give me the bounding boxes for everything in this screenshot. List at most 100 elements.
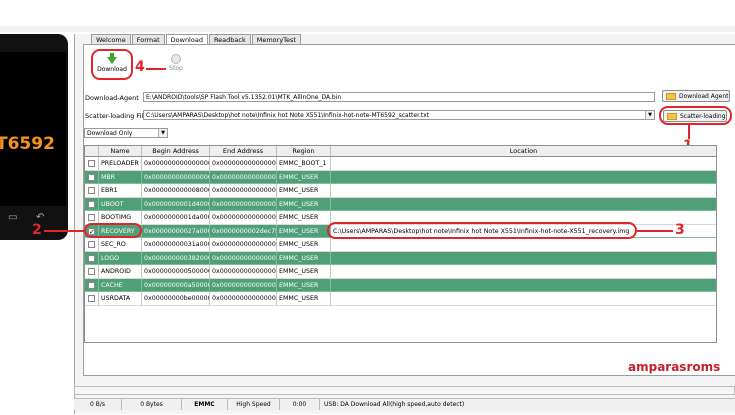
header-begin-address[interactable]: Begin Address	[142, 146, 210, 156]
cell-location	[331, 171, 716, 184]
cell-begin-address: 0x0000000000080000	[142, 184, 210, 198]
chevron-down-icon[interactable]: ▼	[158, 129, 167, 137]
status-storage: EMMC	[182, 399, 228, 410]
status-speed: 0 B/s	[74, 399, 122, 410]
stop-icon	[171, 54, 181, 64]
row-checkbox[interactable]	[88, 173, 95, 181]
cell-name: CACHE	[99, 278, 142, 292]
cell-name: MBR	[99, 170, 142, 184]
cell-region: EMMC_USER	[277, 238, 331, 252]
cell-location	[331, 157, 716, 171]
row-checkbox[interactable]	[88, 295, 95, 302]
cell-location	[331, 238, 716, 252]
cell-location	[331, 252, 716, 265]
cell-begin-address: 0x0000000005000000	[142, 265, 210, 279]
cell-begin-address: 0x0000000000000000	[142, 157, 210, 171]
annotation-number-3: 3	[675, 222, 685, 238]
annotation-oval-location	[327, 222, 637, 239]
folder-icon	[666, 93, 676, 100]
cell-region: EMMC_USER	[277, 292, 331, 306]
table-row[interactable]: USRDATA 0x00000000be000000 0x0000000000000…	[85, 292, 716, 306]
cell-region: EMMC_USER	[277, 170, 331, 184]
cell-begin-address: 0x00000000027a0000	[142, 224, 210, 238]
cell-region: EMMC_USER	[277, 211, 331, 225]
stop-button[interactable]: Stop	[166, 54, 186, 72]
cell-end-address: 0x0000000000000000	[210, 278, 277, 292]
row-checkbox[interactable]	[88, 214, 95, 221]
annotation-oval-recovery	[84, 223, 142, 238]
cell-region: EMMC_USER	[277, 197, 331, 211]
cell-name: EBR1	[99, 184, 142, 198]
table-row[interactable]: SEC_RO 0x00000000031a0000 0x00000000000000…	[85, 238, 716, 252]
cell-location	[331, 184, 716, 198]
top-blank-area	[0, 0, 735, 26]
cell-region: EMMC_BOOT_1	[277, 157, 331, 171]
table-row[interactable]: PRELOADER 0x0000000000000000 0x00000000000…	[85, 157, 716, 171]
cell-end-address: 0x0000000000000000	[210, 184, 277, 198]
annotation-line-3	[637, 230, 673, 232]
cell-begin-address: 0x0000000001d40000	[142, 197, 210, 211]
annotation-number-4: 4	[135, 59, 145, 75]
top-gray-strip	[0, 26, 735, 32]
download-agent-label: Download-Agent	[85, 94, 139, 102]
cell-end-address: 0x0000000000000000	[210, 197, 277, 211]
cell-location	[331, 265, 716, 279]
cell-end-address: 0x0000000000000000	[210, 251, 277, 265]
cell-name: UBOOT	[99, 197, 142, 211]
status-time: 0:00	[280, 399, 320, 410]
annotation-oval-download	[91, 49, 133, 80]
row-checkbox[interactable]	[88, 281, 95, 289]
table-row[interactable]: MBR 0x0000000000000000 0x0000000000000000 E…	[85, 170, 716, 184]
table-row[interactable]: ANDROID 0x0000000005000000 0x0000000000000…	[85, 265, 716, 279]
cell-name: USRDATA	[99, 292, 142, 306]
row-checkbox[interactable]	[88, 187, 95, 194]
phone-screen	[0, 52, 66, 206]
table-header: Name Begin Address End Address Region Lo…	[85, 146, 716, 157]
cell-begin-address: 0x000000000a5000000	[142, 278, 210, 292]
cell-region: EMMC_USER	[277, 265, 331, 279]
status-message: USB: DA Download All(high speed,auto det…	[324, 401, 465, 408]
cell-location	[331, 292, 716, 306]
header-region[interactable]: Region	[277, 146, 331, 156]
cell-end-address: 0x0000000000000000	[210, 292, 277, 306]
row-checkbox[interactable]	[88, 160, 95, 167]
watermark-text: amparasroms	[628, 360, 721, 374]
row-checkbox[interactable]	[88, 254, 95, 262]
cell-name: SEC_RO	[99, 238, 142, 252]
row-checkbox[interactable]	[88, 268, 95, 275]
table-row[interactable]: LOGO 0x0000000003820000 0x0000000000000000…	[85, 251, 716, 265]
cell-name: PRELOADER	[99, 157, 142, 171]
cell-region: EMMC_USER	[277, 251, 331, 265]
row-checkbox[interactable]	[88, 200, 95, 208]
download-agent-button[interactable]: Download Agent	[662, 90, 730, 102]
cell-location	[331, 279, 716, 292]
scatter-file-field[interactable]: C:\Users\AMPARAS\Desktop\hot note\Infini…	[143, 110, 655, 120]
cell-begin-address: 0x0000000003820000	[142, 251, 210, 265]
cell-name: LOGO	[99, 251, 142, 265]
header-end-address[interactable]: End Address	[210, 146, 277, 156]
header-name[interactable]: Name	[99, 146, 142, 156]
scatter-file-label: Scatter-loading File	[85, 112, 148, 120]
download-agent-field[interactable]: E:\ANDROID\tools\SP Flash Tool v5.1352.0…	[143, 92, 655, 102]
status-bar: 0 B/s 0 Bytes EMMC High Speed 0:00 USB: …	[74, 398, 735, 410]
stop-button-label: Stop	[169, 65, 183, 72]
cell-begin-address: 0x0000000001da0000	[142, 211, 210, 225]
download-mode-select[interactable]: Download Only ▼	[84, 128, 168, 138]
annotation-number-2: 2	[32, 222, 42, 238]
annotation-line-1	[688, 125, 690, 139]
cell-begin-address: 0x00000000031a0000	[142, 238, 210, 252]
row-checkbox[interactable]	[88, 241, 95, 248]
cell-region: EMMC_USER	[277, 224, 331, 238]
table-row[interactable]: UBOOT 0x0000000001d40000 0x000000000000000…	[85, 197, 716, 211]
chevron-down-icon[interactable]: ▼	[645, 111, 654, 119]
annotation-oval-scatter	[659, 106, 732, 125]
partition-table: Name Begin Address End Address Region Lo…	[84, 145, 717, 343]
cell-begin-address: 0x00000000be000000	[142, 292, 210, 306]
header-location[interactable]: Location	[331, 146, 716, 156]
table-row[interactable]: CACHE0x000000000a50000000x00000000000000…	[85, 278, 716, 292]
annotation-line-2	[44, 230, 84, 232]
cell-end-address: 0x0000000000000000	[210, 170, 277, 184]
cell-region: EMMC_USER	[277, 278, 331, 292]
table-row[interactable]: EBR1 0x0000000000080000 0x0000000000000000…	[85, 184, 716, 198]
annotation-line-4	[146, 68, 166, 70]
